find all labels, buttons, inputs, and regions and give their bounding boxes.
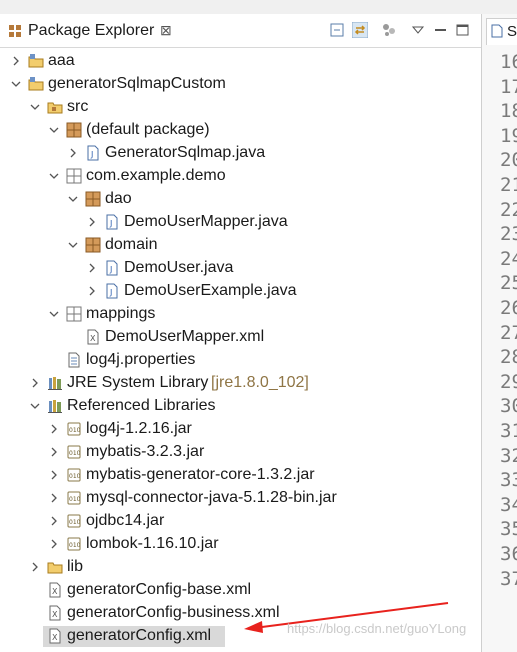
- annotation-arrow: [244, 602, 449, 633]
- arrow-head: [244, 621, 263, 633]
- watermark: https://blog.csdn.net/guoYLong: [287, 621, 467, 636]
